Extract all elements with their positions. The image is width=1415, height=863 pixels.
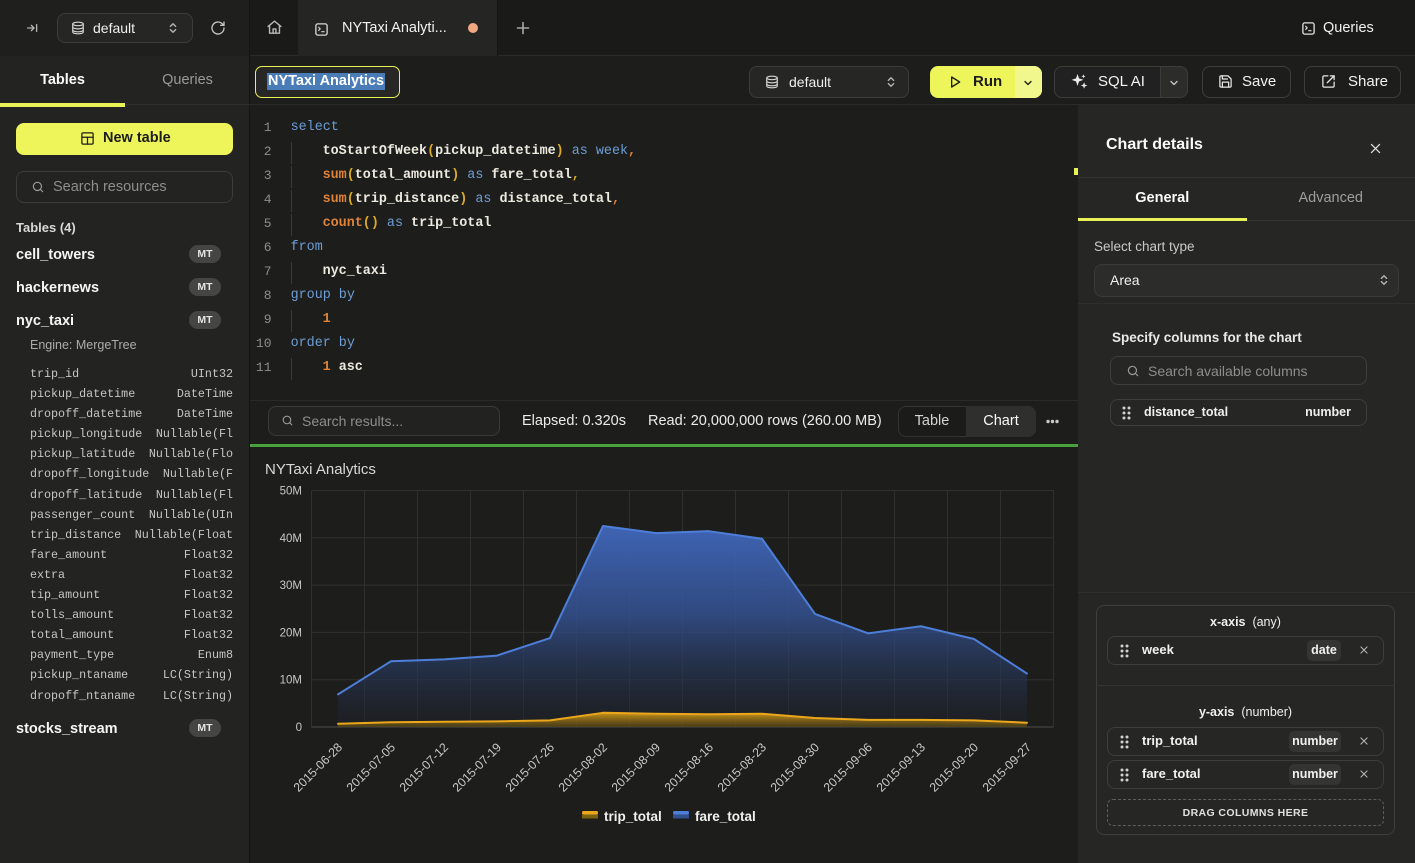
svg-text:2015-09-20: 2015-09-20 [927, 740, 981, 794]
svg-text:2015-07-12: 2015-07-12 [397, 740, 451, 794]
svg-text:20M: 20M [280, 627, 302, 639]
svg-text:40M: 40M [280, 533, 302, 545]
svg-text:0: 0 [296, 722, 302, 734]
svg-text:2015-07-05: 2015-07-05 [344, 740, 398, 794]
svg-text:NYTaxi Analytics: NYTaxi Analytics [265, 461, 376, 478]
svg-text:30M: 30M [280, 580, 302, 592]
svg-text:2015-07-19: 2015-07-19 [450, 740, 504, 794]
svg-text:2015-08-02: 2015-08-02 [556, 740, 610, 794]
svg-text:2015-08-30: 2015-08-30 [768, 740, 822, 794]
svg-text:10M: 10M [280, 675, 302, 687]
svg-text:2015-06-28: 2015-06-28 [291, 740, 345, 794]
svg-text:fare_total: fare_total [695, 809, 756, 824]
svg-text:2015-09-13: 2015-09-13 [874, 740, 928, 794]
svg-text:2015-08-16: 2015-08-16 [662, 740, 716, 794]
svg-text:2015-08-23: 2015-08-23 [715, 740, 769, 794]
svg-text:trip_total: trip_total [604, 809, 662, 824]
svg-text:2015-08-09: 2015-08-09 [609, 740, 663, 794]
svg-text:2015-09-06: 2015-09-06 [821, 740, 875, 794]
svg-text:50M: 50M [280, 486, 302, 498]
svg-text:2015-09-27: 2015-09-27 [980, 740, 1034, 794]
svg-text:2015-07-26: 2015-07-26 [503, 740, 557, 794]
